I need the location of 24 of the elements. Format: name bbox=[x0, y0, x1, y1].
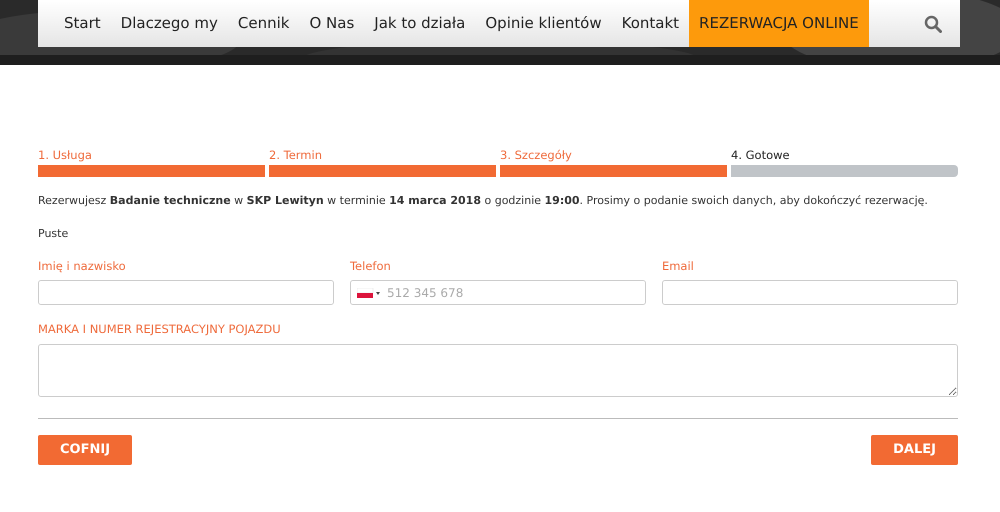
summary-text: Rezerwujesz Badanie techniczne w SKP Lewityn w terminie 14 marca 2018 o godzinie 19:00. Prosimy o podanie swoich danych, aby dokończyć rezerwację. bbox=[38, 193, 929, 209]
search-icon[interactable] bbox=[924, 14, 942, 32]
field-label: Imię i nazwisko bbox=[38, 258, 127, 275]
step-label: 3. Szczegóły bbox=[500, 147, 573, 164]
nav-link[interactable]: Opinie klientów bbox=[475, 0, 612, 47]
step-label: 2. Termin bbox=[269, 147, 323, 164]
nav-link[interactable]: REZERWACJA ONLINE bbox=[689, 0, 869, 47]
nav-link[interactable]: O Nas bbox=[299, 0, 364, 47]
step-label: 4. Gotowe bbox=[731, 147, 791, 164]
nav-link[interactable]: Jak to działa bbox=[364, 0, 476, 47]
phone-field[interactable]: 512 345 678 bbox=[350, 280, 646, 306]
step-label: 1. Usługa bbox=[38, 147, 93, 164]
vehicle-textarea[interactable] bbox=[38, 344, 958, 396]
note-text: Puste bbox=[38, 226, 70, 242]
input-field[interactable] bbox=[662, 280, 958, 306]
flag-icon[interactable] bbox=[356, 288, 381, 298]
nav-link[interactable]: Kontakt bbox=[612, 0, 690, 47]
nav-link[interactable]: Start bbox=[54, 0, 111, 47]
input-field[interactable] bbox=[38, 280, 334, 306]
nav-link[interactable]: Dlaczego my bbox=[110, 0, 228, 47]
field-label: Telefon bbox=[350, 258, 392, 275]
nav-link[interactable]: Cennik bbox=[228, 0, 300, 47]
field-label: Email bbox=[662, 258, 695, 275]
field-label: MARKA I NUMER REJESTRACYJNY POJAZDU bbox=[38, 321, 282, 338]
